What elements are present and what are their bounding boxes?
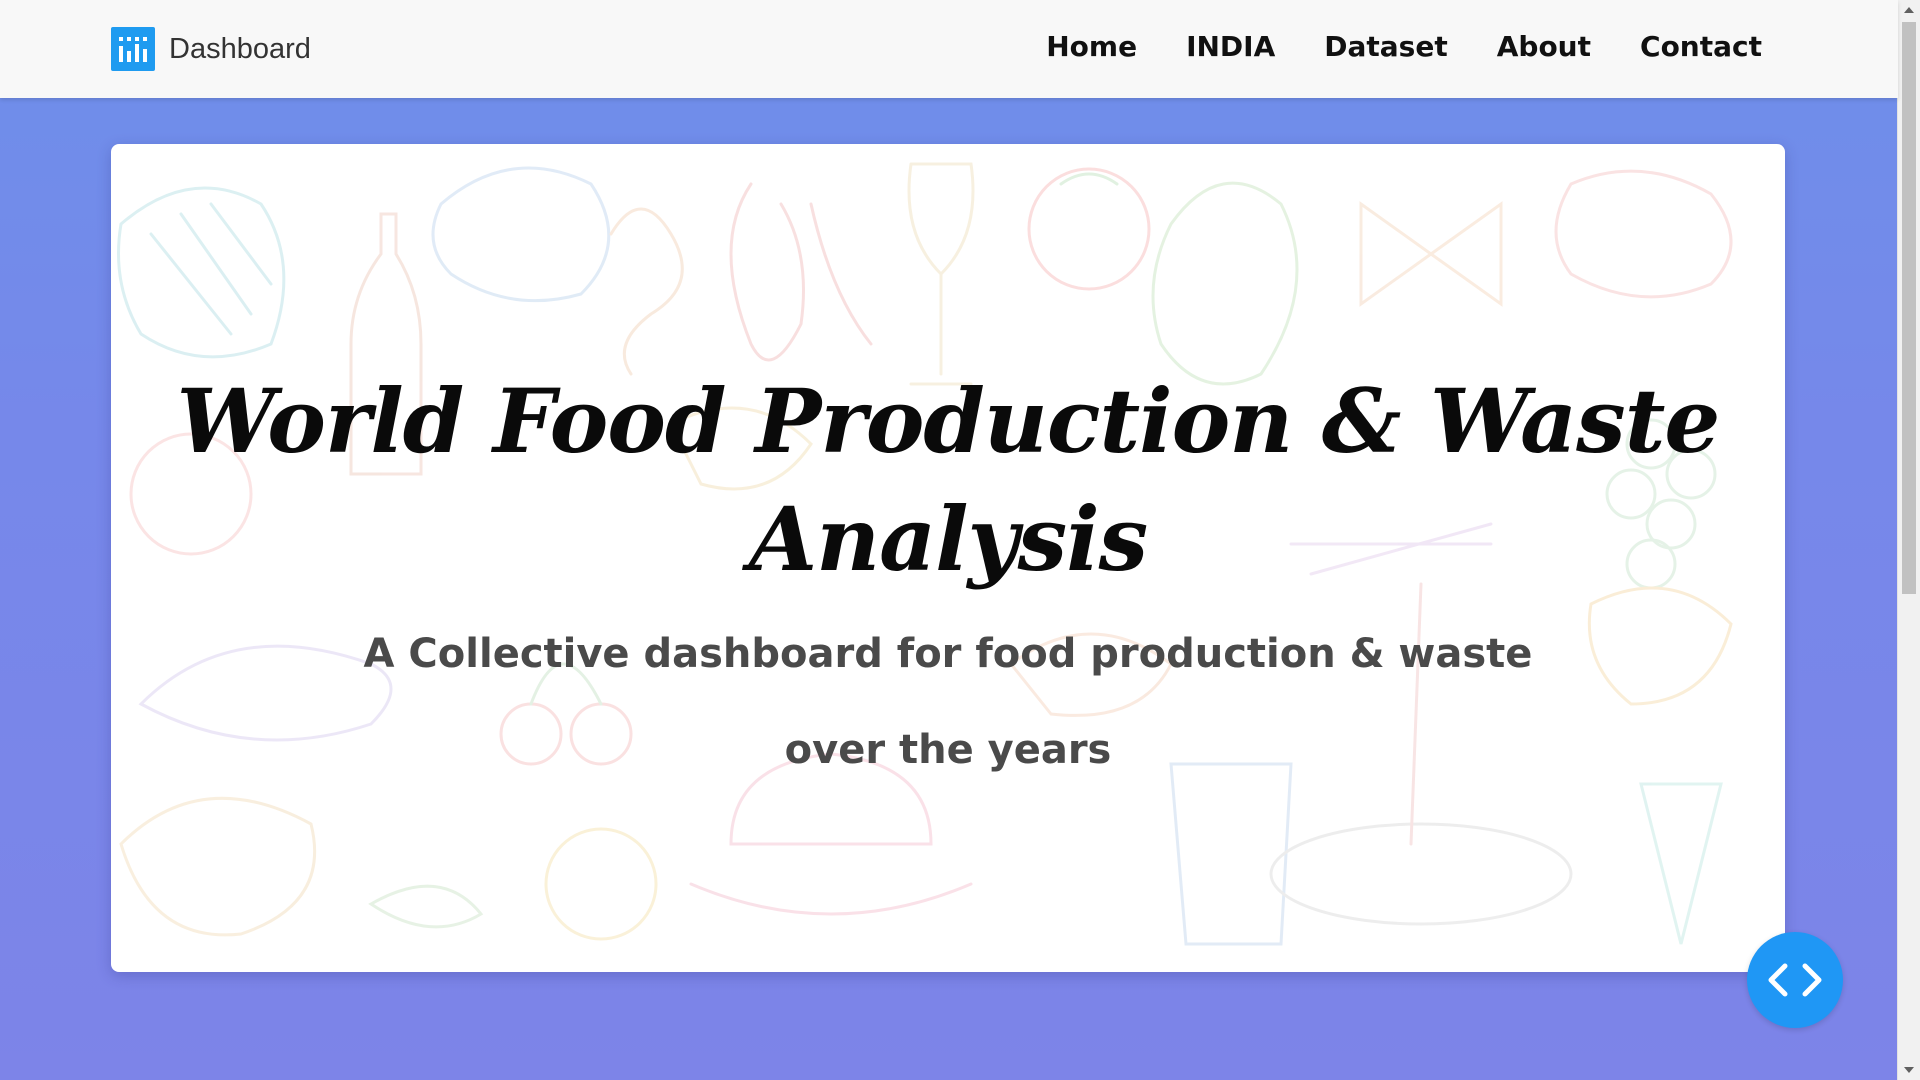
nav-link-dataset[interactable]: Dataset — [1324, 30, 1447, 63]
nav-link-home[interactable]: Home — [1046, 30, 1137, 63]
nav-link-about[interactable]: About — [1497, 30, 1591, 63]
scroll-down-arrow-icon[interactable] — [1904, 1067, 1914, 1073]
brand-name: Dashboard — [169, 32, 311, 65]
nav-links: Home INDIA Dataset About Contact — [1046, 30, 1762, 63]
navbar: Dashboard Home INDIA Dataset About Conta… — [0, 0, 1898, 98]
code-toggle-button[interactable] — [1747, 932, 1843, 1028]
bar-chart-icon — [111, 27, 155, 71]
brand[interactable]: Dashboard — [111, 27, 311, 71]
hero-title: World Food Production & Waste Analysis — [176, 369, 1721, 591]
scroll-up-arrow-icon[interactable] — [1904, 7, 1914, 13]
code-brackets-icon — [1768, 963, 1822, 997]
nav-link-india[interactable]: INDIA — [1186, 30, 1275, 63]
hero-card: World Food Production & Waste Analysis A… — [111, 144, 1785, 972]
hero-subtitle: A Collective dashboard for food producti… — [111, 606, 1785, 798]
hero-subtitle-line-1: A Collective dashboard for food producti… — [363, 631, 1533, 677]
nav-link-contact[interactable]: Contact — [1640, 30, 1762, 63]
scroll-thumb[interactable] — [1902, 22, 1916, 594]
hero-subtitle-line-2: over the years — [784, 727, 1112, 773]
page-scrollbar[interactable] — [1897, 0, 1920, 1080]
